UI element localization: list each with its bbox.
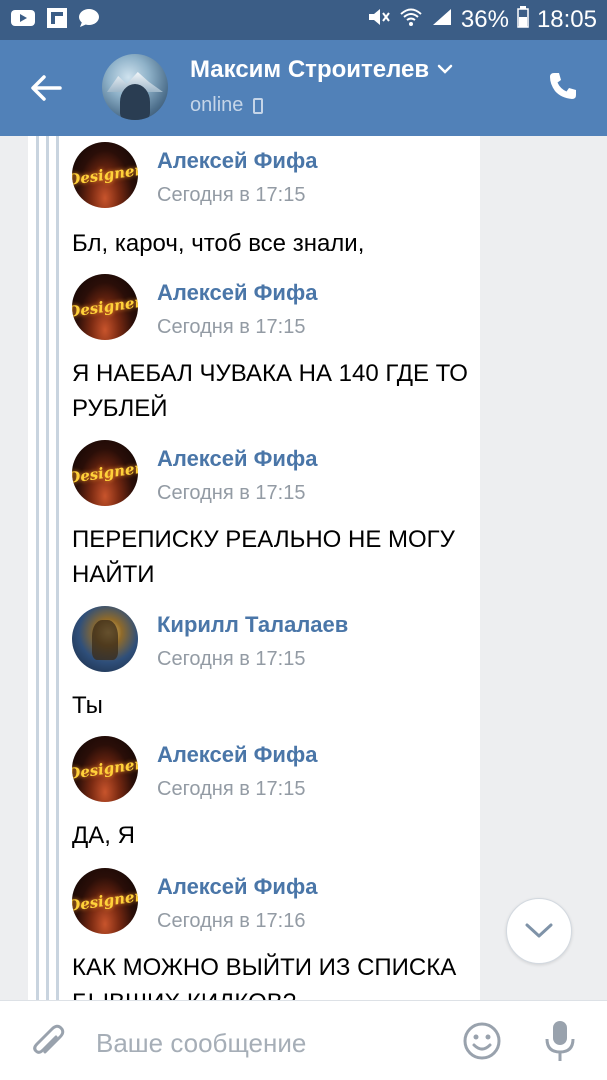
message-time: Сегодня в 17:15 <box>157 316 306 338</box>
author-avatar[interactable] <box>72 606 138 672</box>
author-avatar[interactable]: Designer <box>72 736 138 802</box>
author-avatar[interactable]: Designer <box>72 868 138 934</box>
chevron-down-icon <box>437 61 453 79</box>
forward-indicator-line <box>46 136 49 1000</box>
message-input[interactable] <box>96 1023 436 1063</box>
mobile-icon <box>253 97 264 114</box>
author-name[interactable]: Алексей Фифа <box>157 742 317 768</box>
compose-bar <box>0 1000 607 1080</box>
author-avatar[interactable]: Designer <box>72 440 138 506</box>
mute-icon <box>367 6 391 35</box>
wifi-icon <box>399 6 423 34</box>
message-time: Сегодня в 17:15 <box>157 778 306 800</box>
message-time: Сегодня в 17:16 <box>157 910 306 932</box>
message-time: Сегодня в 17:15 <box>157 648 306 670</box>
message-text: ПЕРЕПИСКУ РЕАЛЬНО НЕ МОГУ НАЙТИ <box>72 526 455 588</box>
mic-icon <box>545 1021 575 1061</box>
message-text: Я НАЕБАЛ ЧУВАКА НА 140 ГДЕ ТО РУБЛЕЙ <box>72 360 468 422</box>
chat-header: Максим Строителев online <box>0 40 607 136</box>
back-arrow-icon <box>31 75 62 101</box>
signal-icon <box>431 6 453 34</box>
contact-name: Максим Строителев <box>190 56 430 83</box>
forward-indicator-line <box>56 136 59 1000</box>
contact-status: online <box>190 94 264 117</box>
status-bar: 36% 18:05 <box>0 0 607 40</box>
back-button[interactable] <box>28 70 68 106</box>
author-name[interactable]: Алексей Фифа <box>157 280 317 306</box>
chevron-down-icon <box>525 923 553 938</box>
author-name[interactable]: Кирилл Талалаев <box>157 612 348 638</box>
contact-name-button[interactable]: Максим Строителев <box>190 56 453 84</box>
phone-icon <box>550 73 576 99</box>
youtube-icon <box>10 8 36 33</box>
contact-avatar[interactable] <box>102 54 168 120</box>
forwarded-messages: Designer Алексей Фифа Сегодня в 17:15 Бл… <box>28 136 480 1000</box>
emoji-button[interactable] <box>462 1021 502 1061</box>
message-text: Бл, кароч, чтоб все знали, <box>72 230 365 257</box>
author-name[interactable]: Алексей Фифа <box>157 148 317 174</box>
attach-button[interactable] <box>30 1023 66 1063</box>
online-status: online <box>190 94 244 116</box>
emoji-icon <box>463 1022 501 1060</box>
clock: 18:05 <box>536 6 597 33</box>
attach-icon <box>33 1024 65 1054</box>
author-name[interactable]: Алексей Фифа <box>157 446 317 472</box>
mic-button[interactable] <box>544 1019 576 1063</box>
author-name[interactable]: Алексей Фифа <box>157 874 317 900</box>
author-avatar[interactable]: Designer <box>72 142 138 208</box>
message-list[interactable]: Designer Алексей Фифа Сегодня в 17:15 Бл… <box>0 136 607 1000</box>
message-text: Ты <box>72 692 103 719</box>
flipboard-icon <box>46 7 68 34</box>
scroll-down-button[interactable] <box>506 898 572 964</box>
message-text: ДА, Я <box>72 822 135 849</box>
battery-icon <box>517 5 529 35</box>
message-text: КАК МОЖНО ВЫЙТИ ИЗ СПИСКА БЫВШИХ КИДКОВ? <box>72 954 457 1000</box>
call-button[interactable] <box>547 70 583 106</box>
battery-percent: 36% <box>460 6 509 33</box>
author-avatar[interactable]: Designer <box>72 274 138 340</box>
forward-indicator-line <box>36 136 39 1000</box>
message-time: Сегодня в 17:15 <box>157 482 306 504</box>
message-time: Сегодня в 17:15 <box>157 184 306 206</box>
message-icon <box>78 8 100 33</box>
